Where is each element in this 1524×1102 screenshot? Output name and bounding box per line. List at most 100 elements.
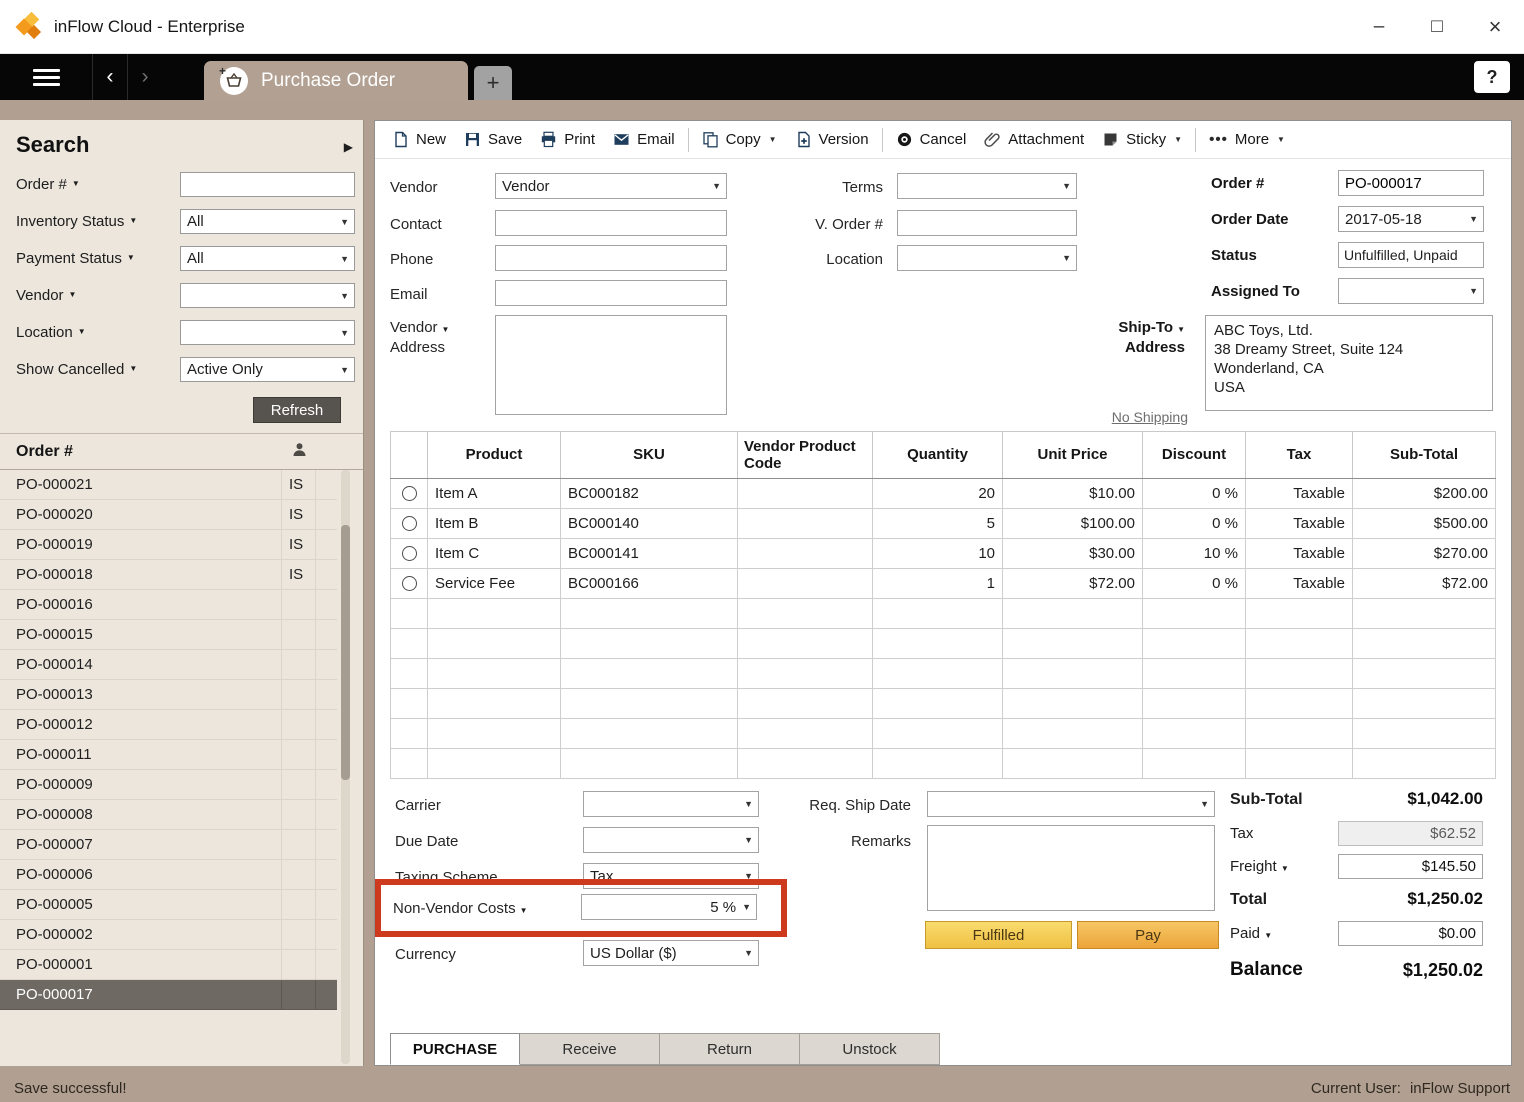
cell-subtotal[interactable]: $200.00 [1353, 479, 1496, 509]
order-date-picker[interactable]: 2017-05-18▼ [1338, 206, 1484, 232]
cell-subtotal[interactable]: $500.00 [1353, 509, 1496, 539]
cell-unit_price[interactable]: $10.00 [1003, 479, 1143, 509]
order-list-scrollbar[interactable] [341, 470, 350, 1064]
fulfilled-button[interactable]: Fulfilled [925, 921, 1072, 949]
tab-purchase[interactable]: PURCHASE [390, 1033, 520, 1065]
cell-product[interactable]: Service Fee [428, 569, 561, 599]
cell-vendor_code[interactable] [738, 659, 873, 689]
tab-unstock[interactable]: Unstock [800, 1033, 940, 1065]
due-date-picker[interactable]: ▼ [583, 827, 759, 853]
refresh-button[interactable]: Refresh [253, 397, 341, 423]
pay-button[interactable]: Pay [1077, 921, 1219, 949]
currency-select[interactable]: US Dollar ($)▼ [583, 940, 759, 966]
vendor-select[interactable]: ▼ [180, 283, 355, 308]
show-cancelled-select[interactable]: Active Only▼ [180, 357, 355, 382]
cell-unit_price[interactable] [1003, 689, 1143, 719]
cell-vendor_code[interactable] [738, 629, 873, 659]
filter-label-inventory-status[interactable]: Inventory Status▼ [16, 213, 137, 230]
cell-sku[interactable] [561, 599, 738, 629]
cell-tax[interactable]: Taxable [1246, 479, 1353, 509]
cell-product[interactable] [428, 719, 561, 749]
freight-label[interactable]: Freight ▼ [1230, 858, 1289, 875]
email-button[interactable]: Email [604, 125, 684, 155]
cell-discount[interactable]: 0 % [1143, 509, 1246, 539]
order-list-item[interactable]: PO-000006 [0, 860, 337, 890]
cell-quantity[interactable] [873, 599, 1003, 629]
order-list-item[interactable]: PO-000011 [0, 740, 337, 770]
terms-select[interactable]: ▼ [897, 173, 1077, 199]
cell-subtotal[interactable] [1353, 689, 1496, 719]
order-list-item[interactable]: PO-000019IS [0, 530, 337, 560]
order-list-item[interactable]: PO-000020IS [0, 500, 337, 530]
hamburger-menu-button[interactable] [0, 54, 92, 100]
cell-discount[interactable] [1143, 719, 1246, 749]
order-number-input[interactable] [180, 172, 355, 197]
cell-sku[interactable] [561, 659, 738, 689]
vendor-address-textarea[interactable] [495, 315, 727, 415]
vendor-order-number-input[interactable] [897, 210, 1077, 236]
cell-sku[interactable]: BC000140 [561, 509, 738, 539]
cell-tax[interactable]: Taxable [1246, 569, 1353, 599]
phone-input[interactable] [495, 245, 727, 271]
row-radio[interactable] [402, 486, 417, 501]
help-button[interactable]: ? [1474, 61, 1510, 93]
cell-tax[interactable] [1246, 629, 1353, 659]
cell-discount[interactable]: 0 % [1143, 569, 1246, 599]
cell-quantity[interactable] [873, 719, 1003, 749]
cell-subtotal[interactable] [1353, 659, 1496, 689]
filter-label-payment-status[interactable]: Payment Status▼ [16, 250, 135, 267]
cell-tax[interactable] [1246, 719, 1353, 749]
cell-product[interactable] [428, 689, 561, 719]
order-list-item[interactable]: PO-000013 [0, 680, 337, 710]
order-list-item[interactable]: PO-000018IS [0, 560, 337, 590]
non-vendor-costs-select[interactable]: 5 %▼ [581, 894, 757, 920]
order-list-item[interactable]: PO-000008 [0, 800, 337, 830]
order-list-item[interactable]: PO-000015 [0, 620, 337, 650]
minimize-button[interactable]: – [1350, 0, 1408, 53]
cell-vendor_code[interactable] [738, 539, 873, 569]
cell-product[interactable] [428, 629, 561, 659]
contact-input[interactable] [495, 210, 727, 236]
cell-subtotal[interactable]: $270.00 [1353, 539, 1496, 569]
non-vendor-costs-label[interactable]: Non-Vendor Costs▼ [393, 900, 528, 917]
vendor-combobox[interactable]: Vendor▼ [495, 173, 727, 199]
tab-return[interactable]: Return [660, 1033, 800, 1065]
cell-tax[interactable] [1246, 689, 1353, 719]
cell-unit_price[interactable] [1003, 629, 1143, 659]
cell-quantity[interactable]: 10 [873, 539, 1003, 569]
payment-status-select[interactable]: All▼ [180, 246, 355, 271]
cell-product[interactable]: Item A [428, 479, 561, 509]
cell-vendor_code[interactable] [738, 569, 873, 599]
vendor-address-label[interactable]: Vendor▼ [390, 319, 449, 336]
cell-subtotal[interactable]: $72.00 [1353, 569, 1496, 599]
cell-subtotal[interactable] [1353, 599, 1496, 629]
cell-discount[interactable] [1143, 689, 1246, 719]
cell-discount[interactable] [1143, 659, 1246, 689]
cell-unit_price[interactable]: $72.00 [1003, 569, 1143, 599]
cell-vendor_code[interactable] [738, 689, 873, 719]
tab-purchase-order[interactable]: + Purchase Order [204, 61, 468, 100]
cell-discount[interactable] [1143, 599, 1246, 629]
cell-product[interactable] [428, 599, 561, 629]
cell-unit_price[interactable]: $100.00 [1003, 509, 1143, 539]
cell-sku[interactable]: BC000141 [561, 539, 738, 569]
req-ship-date-picker[interactable]: ▼ [927, 791, 1215, 817]
sidebar-collapse-icon[interactable]: ▶ [344, 140, 353, 154]
sticky-button[interactable]: Sticky ▼ [1093, 125, 1191, 155]
filter-label-show-cancelled[interactable]: Show Cancelled▼ [16, 361, 137, 378]
cell-discount[interactable] [1143, 749, 1246, 779]
cell-vendor_code[interactable] [738, 599, 873, 629]
cell-sku[interactable]: BC000166 [561, 569, 738, 599]
cell-vendor_code[interactable] [738, 719, 873, 749]
order-list-item[interactable]: PO-000001 [0, 950, 337, 980]
cell-sku[interactable] [561, 719, 738, 749]
cell-unit_price[interactable] [1003, 719, 1143, 749]
order-list-item[interactable]: PO-000016 [0, 590, 337, 620]
cell-product[interactable] [428, 749, 561, 779]
cell-quantity[interactable]: 5 [873, 509, 1003, 539]
cell-vendor_code[interactable] [738, 509, 873, 539]
assigned-to-select[interactable]: ▼ [1338, 278, 1484, 304]
shipto-label[interactable]: Ship-To▼ [1075, 319, 1185, 336]
shipto-address-box[interactable]: ABC Toys, Ltd. 38 Dreamy Street, Suite 1… [1205, 315, 1493, 411]
paid-input[interactable]: $0.00 [1338, 921, 1483, 946]
